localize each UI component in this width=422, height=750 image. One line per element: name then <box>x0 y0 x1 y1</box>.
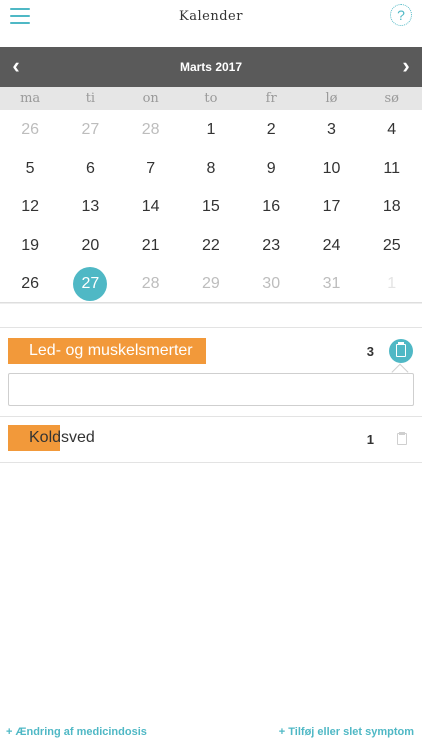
note-input[interactable] <box>8 373 414 406</box>
calendar-day[interactable]: 26 <box>0 265 60 304</box>
calendar-day[interactable]: 1 <box>362 265 422 304</box>
calendar-day[interactable]: 11 <box>362 150 422 189</box>
calendar-day[interactable]: 29 <box>181 265 241 304</box>
calendar-day[interactable]: 3 <box>301 111 361 150</box>
calendar-day[interactable]: 5 <box>0 150 60 189</box>
symptom-count: 1 <box>366 432 374 447</box>
chevron-right-icon[interactable]: › <box>394 55 418 79</box>
calendar-day[interactable]: 22 <box>181 227 241 266</box>
calendar-day[interactable]: 25 <box>362 227 422 266</box>
calendar-grid: 26 27 28 1 2 3 4 5 6 7 8 9 10 11 12 13 14 15 16 17 18 19 20 21 2… <box>0 111 422 304</box>
page-title: Kalender <box>179 9 243 24</box>
calendar-day[interactable]: 23 <box>241 227 301 266</box>
calendar-week: 26 27 28 1 2 3 4 <box>0 111 422 150</box>
calendar-week: 26 27 28 29 30 31 1 <box>0 265 422 304</box>
calendar-day[interactable]: 28 <box>121 111 181 150</box>
symptom-label: Led- og muskelsmerter <box>29 342 193 359</box>
symptom-count: 3 <box>366 344 374 359</box>
weekday-label: ma <box>20 91 41 106</box>
divider <box>0 462 422 463</box>
calendar-day[interactable]: 7 <box>121 150 181 189</box>
symptom-label: Koldsved <box>29 429 95 446</box>
calendar-day[interactable]: 20 <box>60 227 120 266</box>
calendar-day[interactable]: 4 <box>362 111 422 150</box>
weekday-label: lø <box>325 91 338 106</box>
calendar-day[interactable]: 10 <box>301 150 361 189</box>
weekday-label: to <box>204 91 218 106</box>
weekday-label: ti <box>85 91 96 106</box>
calendar-week: 19 20 21 22 23 24 25 <box>0 227 422 266</box>
calendar-day[interactable]: 31 <box>301 265 361 304</box>
calendar-day[interactable]: 13 <box>60 188 120 227</box>
calendar-day[interactable]: 28 <box>121 265 181 304</box>
calendar-day[interactable]: 8 <box>181 150 241 189</box>
divider <box>0 416 422 417</box>
calendar-day[interactable]: 12 <box>0 188 60 227</box>
footer: + Ændring af medicindosis + Tilføj eller… <box>0 726 422 742</box>
month-navigation: ‹ Marts 2017 › <box>0 47 422 87</box>
calendar-day[interactable]: 27 <box>60 111 120 150</box>
weekday-label: fr <box>265 91 277 106</box>
calendar-day[interactable]: 1 <box>181 111 241 150</box>
help-icon[interactable]: ? <box>390 4 412 26</box>
calendar-day[interactable]: 16 <box>241 188 301 227</box>
calendar-day[interactable]: 19 <box>0 227 60 266</box>
calendar-day-selected[interactable]: 27 <box>60 265 120 304</box>
top-bar: Kalender ? <box>0 0 422 46</box>
clipboard-icon[interactable] <box>397 432 408 445</box>
calendar-day[interactable]: 2 <box>241 111 301 150</box>
calendar-day[interactable]: 6 <box>60 150 120 189</box>
calendar-day[interactable]: 15 <box>181 188 241 227</box>
clipboard-icon[interactable] <box>389 339 413 363</box>
calendar-day[interactable]: 14 <box>121 188 181 227</box>
calendar-day[interactable]: 17 <box>301 188 361 227</box>
edit-symptoms-link[interactable]: + Tilføj eller slet symptom <box>279 726 414 738</box>
calendar-week: 12 13 14 15 16 17 18 <box>0 188 422 227</box>
calendar-shadow <box>0 302 422 304</box>
calendar-day[interactable]: 26 <box>0 111 60 150</box>
divider <box>0 327 422 328</box>
symptom-row[interactable]: Koldsved 1 <box>0 424 422 454</box>
calendar-week: 5 6 7 8 9 10 11 <box>0 150 422 189</box>
calendar-day[interactable]: 18 <box>362 188 422 227</box>
weekday-label: sø <box>384 91 399 106</box>
calendar-day[interactable]: 30 <box>241 265 301 304</box>
change-dose-link[interactable]: + Ændring af medicindosis <box>6 726 147 738</box>
calendar-day[interactable]: 21 <box>121 227 181 266</box>
symptom-row[interactable]: Led- og muskelsmerter 3 <box>0 336 422 366</box>
calendar-day[interactable]: 9 <box>241 150 301 189</box>
weekday-label: on <box>142 91 159 106</box>
calendar-day[interactable]: 24 <box>301 227 361 266</box>
weekday-header: ma ti on to fr lø sø <box>0 87 422 110</box>
month-label: Marts 2017 <box>179 60 243 74</box>
